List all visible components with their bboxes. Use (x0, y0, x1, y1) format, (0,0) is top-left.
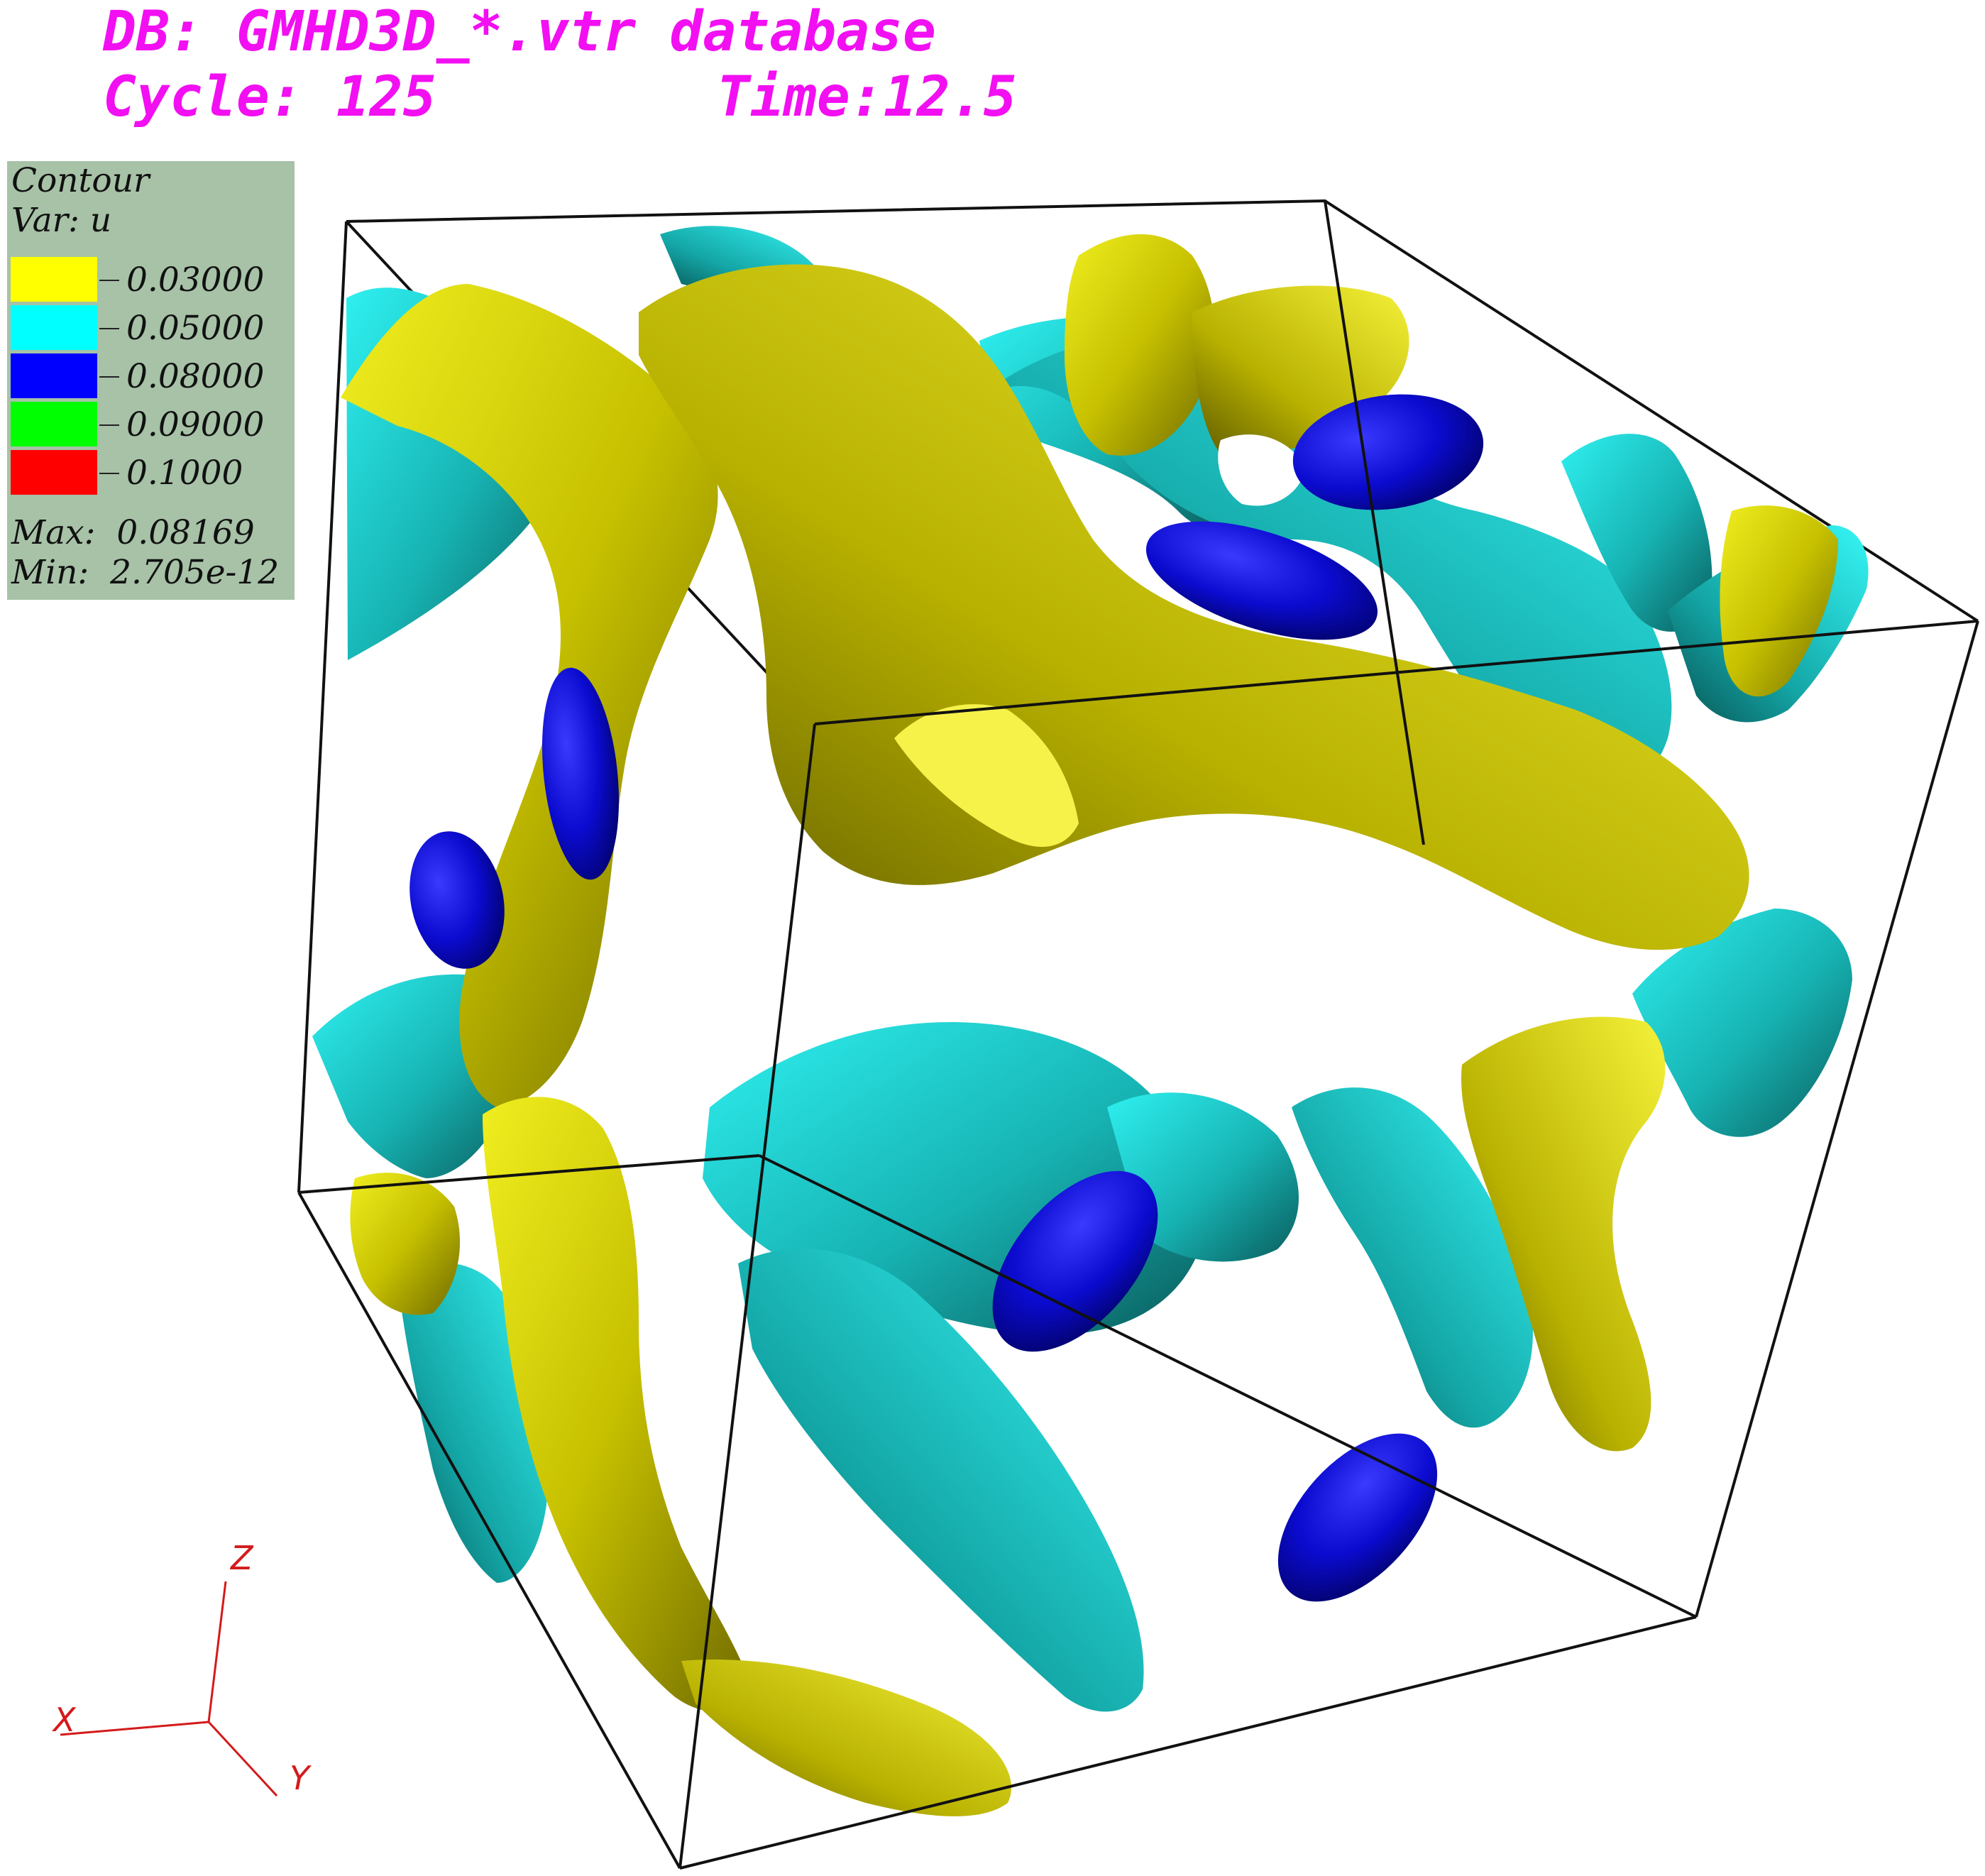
y-axis-label: Y (290, 1759, 310, 1797)
y-axis-line (207, 1721, 278, 1797)
legend-swatch-blue (11, 353, 97, 398)
legend-level-label: 0.08000 (126, 357, 265, 396)
legend-level-label: 0.09000 (126, 405, 265, 444)
legend-level-label: 0.03000 (126, 260, 265, 300)
z-axis-label: Z (231, 1539, 253, 1577)
contour-legend: Contour Var: u 0.03000 0.05000 0.08000 0… (7, 161, 295, 600)
legend-swatch-red (11, 450, 97, 495)
x-axis-label: X (53, 1701, 76, 1739)
legend-max: Max: 0.08169 (11, 513, 255, 552)
render-viewport[interactable] (0, 0, 1985, 1876)
legend-tick (99, 328, 119, 329)
legend-title: Contour (11, 161, 150, 200)
legend-level-label: 0.1000 (126, 454, 243, 493)
legend-tick (99, 376, 119, 378)
legend-variable: Var: u (11, 201, 112, 240)
legend-swatch-yellow (11, 257, 97, 302)
legend-swatch-green (11, 402, 97, 446)
x-axis-line (60, 1721, 209, 1736)
legend-tick (99, 473, 119, 474)
legend-tick (99, 280, 119, 281)
legend-swatch-cyan (11, 305, 97, 350)
legend-tick (99, 424, 119, 426)
axis-triad (60, 1581, 278, 1797)
z-axis-line (207, 1581, 227, 1723)
legend-min: Min: 2.705e-12 (11, 553, 280, 592)
legend-level-label: 0.05000 (126, 309, 265, 348)
